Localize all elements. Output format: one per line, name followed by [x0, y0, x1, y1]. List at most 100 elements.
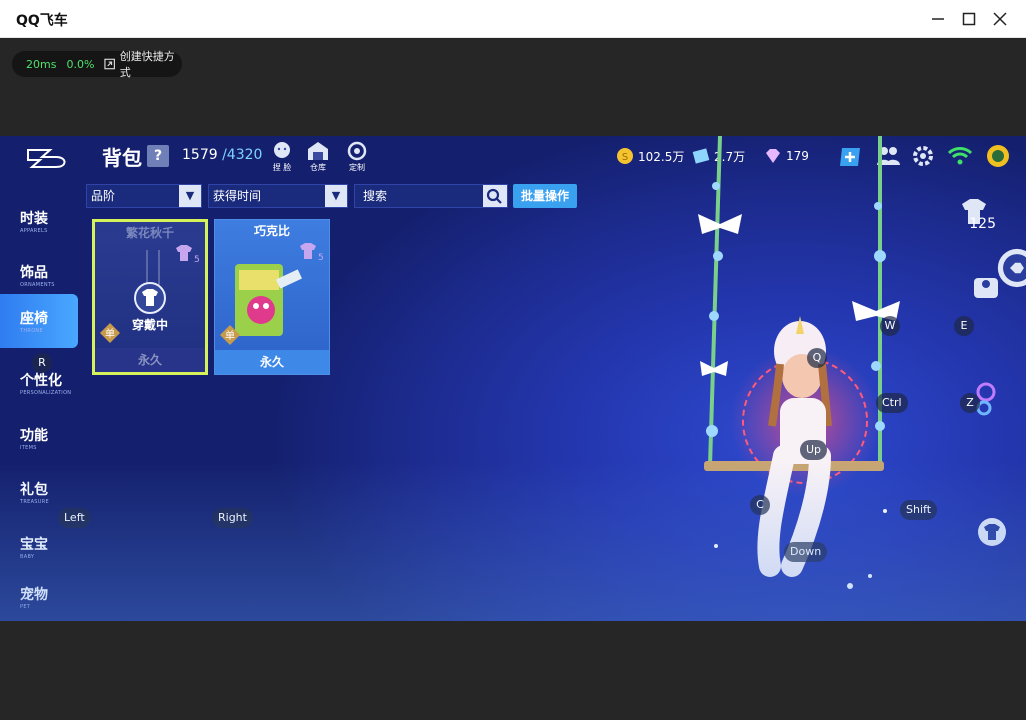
- key-hint-e: E: [954, 316, 974, 336]
- item-name: 巧克比: [253, 224, 290, 238]
- sidebar-item-label: 个性化: [20, 373, 62, 389]
- key-hint-q: Q: [807, 348, 827, 368]
- sort-dropdown[interactable]: 获得时间 ▼: [208, 184, 348, 208]
- batch-operation-button[interactable]: 批量操作: [513, 184, 577, 208]
- minimize-icon: [932, 18, 944, 20]
- window-title: QQ飞车: [16, 13, 68, 29]
- coin-value: 102.5万: [638, 149, 685, 164]
- key-hint-left: Left: [58, 508, 91, 528]
- minimize-button[interactable]: [925, 6, 951, 32]
- item-name: 繁花秋千: [125, 226, 174, 240]
- sidebar-item-pet[interactable]: 宠物 PET: [0, 570, 78, 621]
- letterbox-bottom: [0, 621, 1026, 720]
- face-icon: [274, 142, 290, 158]
- sidebar-item-label: 宝宝: [20, 537, 48, 553]
- sidebar-item-label: 时装: [20, 211, 48, 227]
- key-hint-ctrl: Ctrl: [876, 393, 908, 413]
- shirt-level-icon: 5: [176, 245, 200, 265]
- item-duration: 永久: [215, 350, 329, 374]
- game-viewport: 背包 ? 1579 /4320 捏 脸 仓库 定制 S 102.5万 2.7万: [0, 136, 1026, 621]
- wearing-ring: [134, 282, 166, 314]
- capacity-used: 1579: [182, 147, 218, 163]
- key-hint-down: Down: [784, 542, 828, 562]
- sit-pose-button[interactable]: [966, 268, 998, 298]
- custom-label: 定制: [349, 163, 365, 172]
- sidebar-item-label: 宠物: [20, 587, 48, 603]
- outfit-button[interactable]: [972, 512, 1006, 546]
- chevron-down-icon: ▼: [325, 185, 347, 207]
- window-titlebar: QQ飞车: [0, 0, 1026, 38]
- category-sidebar: 时装 APPARELS 饰品 ORNAMENTS 座椅 THRONE 个性化 P…: [0, 184, 78, 621]
- sidebar-item-apparels[interactable]: 时装 APPARELS: [0, 194, 78, 248]
- shortcut-icon: [104, 58, 116, 70]
- sidebar-item-sublabel: THRONE: [20, 328, 43, 334]
- avatar-button[interactable]: [984, 142, 1012, 170]
- single-badge-icon: 单: [100, 323, 120, 343]
- item-level-value: 5: [318, 253, 323, 262]
- single-badge-text: 单: [105, 328, 115, 340]
- sidebar-item-sublabel: ITEMS: [20, 445, 37, 451]
- avatar-icon: [987, 145, 1009, 167]
- key-hint-r: R: [32, 353, 52, 373]
- single-badge: 单: [99, 322, 121, 344]
- search-input[interactable]: 搜索: [354, 184, 508, 208]
- wardrobe-level[interactable]: 125: [958, 194, 998, 234]
- key-hint-shift: Shift: [900, 500, 938, 520]
- chair-icon: [974, 278, 998, 298]
- network-status: [946, 142, 974, 170]
- custom-icon: [347, 141, 367, 161]
- sidebar-item-label: 饰品: [20, 265, 48, 281]
- close-button[interactable]: [987, 6, 1013, 32]
- key-hint-right: Right: [212, 508, 253, 528]
- warehouse-label: 仓库: [310, 163, 326, 172]
- face-button[interactable]: 捏 脸: [268, 140, 296, 174]
- search-placeholder: 搜索: [363, 189, 388, 203]
- coin-balance: S 102.5万: [616, 146, 684, 166]
- back-logo-icon[interactable]: [26, 146, 68, 168]
- grade-dropdown[interactable]: 品阶 ▼: [86, 184, 202, 208]
- key-hint-w: W: [880, 316, 900, 336]
- capacity-max: /4320: [222, 147, 263, 163]
- key-hint-up: Up: [800, 440, 828, 460]
- sidebar-item-label: 功能: [20, 428, 48, 444]
- sidebar-item-label: 礼包: [20, 482, 48, 498]
- wifi-icon: [947, 147, 973, 165]
- single-badge-icon: 单: [220, 325, 240, 345]
- custom-button[interactable]: 定制: [343, 140, 371, 174]
- shirt-icon: [978, 518, 1006, 546]
- create-shortcut-button[interactable]: 创建快捷方式: [104, 48, 182, 80]
- svg-text:S: S: [622, 152, 628, 163]
- sidebar-item-items[interactable]: 功能 ITEMS: [0, 411, 78, 465]
- sidebar-item-sublabel: APPARELS: [20, 228, 48, 234]
- warehouse-icon: [308, 142, 328, 160]
- search-button[interactable]: [483, 185, 507, 207]
- sidebar-item-baby[interactable]: 宝宝 BABY: [0, 520, 78, 574]
- item-duration: 永久: [95, 348, 205, 372]
- item-level-badge: 5: [173, 244, 200, 265]
- key-hint-z: Z: [960, 393, 980, 413]
- sidebar-item-sublabel: TREASURE: [20, 499, 49, 505]
- sidebar-item-sublabel: ORNAMENTS: [20, 282, 55, 288]
- warehouse-button[interactable]: 仓库: [304, 140, 332, 174]
- help-button[interactable]: ?: [147, 145, 169, 167]
- item-level-value: 5: [194, 255, 199, 264]
- item-card-chocobi[interactable]: 巧克比 5 单 永久: [214, 219, 330, 375]
- sidebar-item-sublabel: BABY: [20, 554, 35, 560]
- grade-dropdown-value: 品阶: [91, 189, 116, 203]
- search-icon: [486, 188, 502, 204]
- ping-value: 20ms: [26, 57, 57, 71]
- maximize-button[interactable]: [956, 6, 982, 32]
- close-icon: [993, 12, 1007, 26]
- sidebar-item-sublabel: PERSONALIZATION: [20, 390, 72, 396]
- loss-value: 0.0%: [66, 57, 95, 71]
- sidebar-item-label: 座椅: [20, 311, 48, 327]
- chevron-down-icon: ▼: [179, 185, 201, 207]
- single-badge-text: 单: [225, 330, 235, 342]
- sort-dropdown-value: 获得时间: [213, 189, 262, 203]
- capacity-counter: 1579 /4320: [182, 147, 262, 163]
- face-label: 捏 脸: [272, 163, 292, 172]
- item-card-swing[interactable]: 繁花秋千 5 穿戴中 单 永久: [92, 219, 208, 375]
- coin-icon: S: [617, 148, 633, 164]
- sidebar-item-throne[interactable]: 座椅 THRONE: [0, 294, 78, 348]
- wardrobe-level-value: 125: [969, 216, 996, 232]
